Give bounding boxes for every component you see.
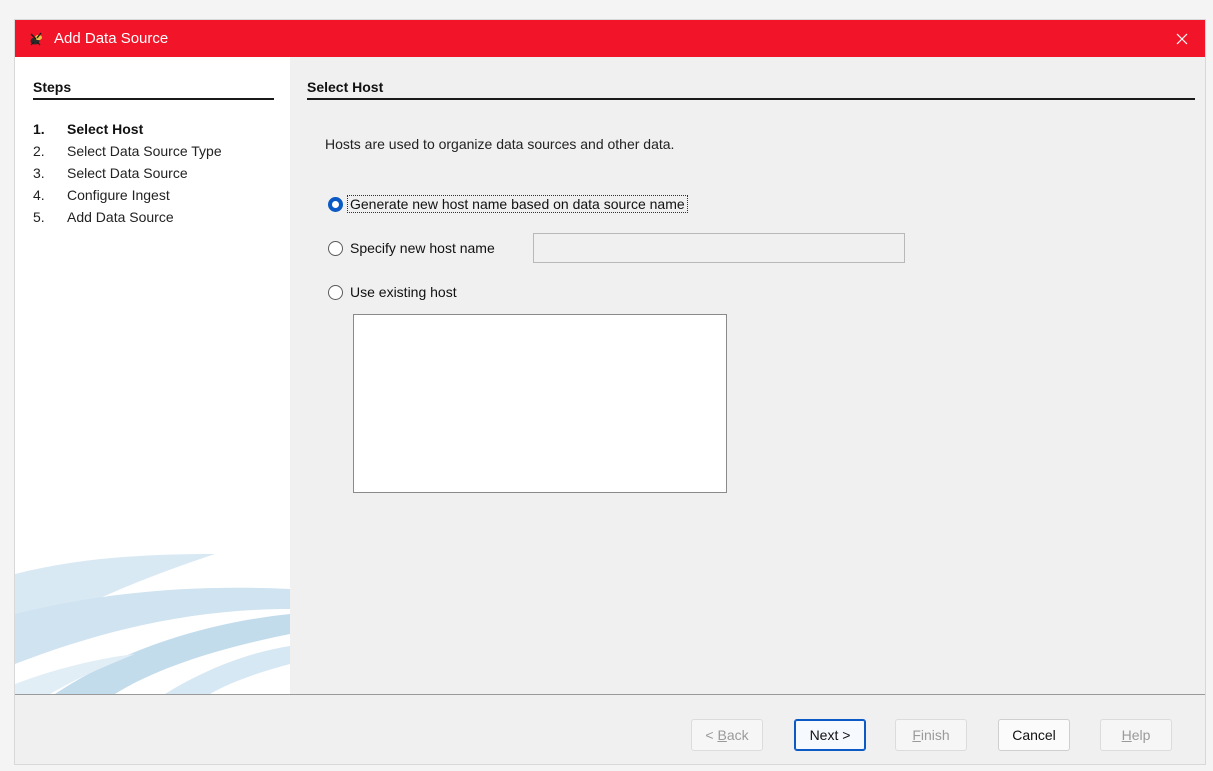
section-title: Select Host	[307, 79, 1195, 100]
step-number: 4.	[33, 187, 45, 203]
generate-host-name-option[interactable]: Generate new host name based on data sou…	[328, 195, 688, 213]
step-label: Select Data Source Type	[67, 143, 222, 159]
finish-button[interactable]: Finish	[895, 719, 967, 751]
close-icon	[1176, 33, 1188, 44]
steps-title: Steps	[33, 79, 274, 100]
description-text: Hosts are used to organize data sources …	[325, 136, 675, 152]
add-data-source-dialog: Add Data Source Steps 1. Select Host 2. Se…	[14, 19, 1206, 765]
help-button-mnemonic: H	[1121, 727, 1132, 743]
back-button-mnemonic: B	[717, 727, 727, 743]
help-button[interactable]: Help	[1100, 719, 1172, 751]
generate-host-name-label: Generate new host name based on data sou…	[347, 195, 688, 213]
step-label: Configure Ingest	[67, 187, 170, 203]
step-label: Select Host	[67, 121, 144, 137]
step-item: 2. Select Data Source Type	[33, 140, 222, 162]
specify-host-name-label: Specify new host name	[350, 240, 495, 256]
step-number: 3.	[33, 165, 45, 181]
cancel-button[interactable]: Cancel	[998, 719, 1070, 751]
step-number: 5.	[33, 209, 45, 225]
steps-list: 1. Select Host 2. Select Data Source Type …	[33, 118, 222, 228]
title-bar: Add Data Source	[15, 20, 1205, 57]
finish-button-rest: inish	[920, 727, 950, 743]
radio-unchecked-icon[interactable]	[328, 240, 343, 256]
step-label: Add Data Source	[67, 209, 174, 225]
help-button-rest: elp	[1131, 727, 1151, 743]
host-name-field[interactable]	[533, 233, 905, 263]
existing-hosts-list[interactable]	[353, 314, 727, 493]
finish-button-mnemonic: F	[912, 727, 921, 743]
back-button-prefix: <	[705, 727, 718, 743]
decorative-swoosh-graphic	[15, 554, 290, 694]
button-bar: < Back Next > Finish Cancel Help	[15, 695, 1205, 764]
step-item: 5. Add Data Source	[33, 206, 222, 228]
app-icon	[28, 30, 45, 47]
main-panel: Select Host Hosts are used to organize d…	[290, 57, 1205, 694]
step-number: 2.	[33, 143, 45, 159]
window-title: Add Data Source	[54, 30, 169, 47]
specify-host-name-option[interactable]: Specify new host name	[328, 240, 495, 256]
back-button-rest: ack	[726, 727, 749, 743]
radio-checked-icon[interactable]	[328, 196, 343, 212]
use-existing-host-option[interactable]: Use existing host	[328, 284, 457, 300]
next-button[interactable]: Next >	[794, 719, 866, 751]
step-item: 1. Select Host	[33, 118, 222, 140]
steps-pane: Steps 1. Select Host 2. Select Data Source…	[15, 57, 290, 694]
back-button[interactable]: < Back	[691, 719, 763, 751]
use-existing-host-label: Use existing host	[350, 284, 457, 300]
step-number: 1.	[33, 121, 45, 137]
radio-unchecked-icon[interactable]	[328, 284, 343, 300]
close-button[interactable]	[1159, 20, 1205, 57]
step-label: Select Data Source	[67, 165, 188, 181]
step-item: 3. Select Data Source	[33, 162, 222, 184]
step-item: 4. Configure Ingest	[33, 184, 222, 206]
